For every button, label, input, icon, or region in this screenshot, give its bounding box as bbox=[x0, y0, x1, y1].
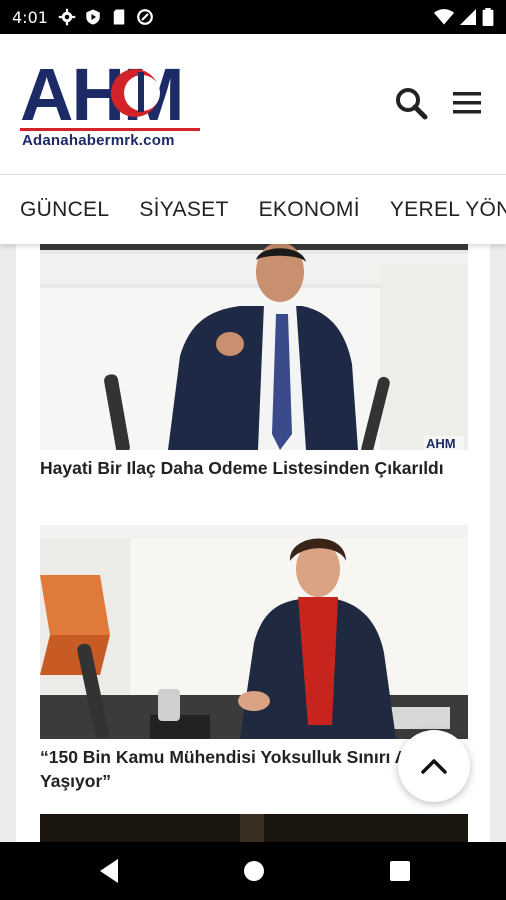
image-watermark: AHM bbox=[426, 436, 456, 450]
article-image[interactable]: AHM bbox=[40, 244, 468, 450]
play-protect-icon bbox=[86, 9, 100, 25]
sd-card-icon bbox=[113, 9, 125, 25]
article-photo-parliament-speaker-woman bbox=[40, 525, 468, 739]
article-image[interactable] bbox=[40, 525, 468, 739]
article-image-detail bbox=[240, 814, 264, 842]
signal-icon bbox=[460, 9, 476, 25]
tab-ekonomi[interactable]: EKONOMİ bbox=[259, 198, 360, 222]
logo-flag-mark bbox=[111, 69, 160, 117]
system-nav-bar bbox=[0, 842, 506, 900]
article-title[interactable]: Hayati Bir Ilaç Daha Odeme Listesinden Ç… bbox=[40, 456, 468, 480]
logo-underline bbox=[20, 128, 200, 131]
status-time: 4:01 bbox=[12, 7, 48, 27]
article-card[interactable] bbox=[40, 814, 468, 842]
tab-siyaset[interactable]: SİYASET bbox=[139, 198, 228, 222]
category-tabs: GÜNCEL SİYASET EKONOMİ YEREL YÖN bbox=[0, 174, 506, 244]
recents-icon[interactable] bbox=[388, 857, 412, 885]
article-card[interactable]: AHM Hayati Bir Ilaç Daha Odeme Listesind… bbox=[40, 244, 468, 480]
battery-icon bbox=[482, 8, 494, 26]
settings-icon bbox=[58, 8, 76, 26]
menu-icon[interactable] bbox=[450, 86, 484, 120]
data-saver-icon bbox=[137, 9, 153, 25]
app-header: AHM Adanahabermrk.com bbox=[0, 34, 506, 174]
status-bar: 4:01 bbox=[0, 0, 506, 34]
wifi-icon bbox=[434, 9, 454, 25]
logo-domain: Adanahabermrk.com bbox=[22, 132, 175, 149]
back-icon[interactable] bbox=[96, 857, 120, 885]
tab-yerel-yonetim[interactable]: YEREL YÖN bbox=[390, 198, 506, 222]
search-icon[interactable] bbox=[394, 86, 428, 120]
scroll-to-top-button[interactable] bbox=[398, 730, 470, 802]
tab-guncel[interactable]: GÜNCEL bbox=[20, 198, 109, 222]
chevron-up-icon bbox=[421, 759, 447, 774]
article-photo-parliament-speaker: AHM bbox=[40, 244, 468, 450]
article-image[interactable] bbox=[40, 814, 468, 842]
site-logo[interactable]: AHM Adanahabermrk.com bbox=[20, 58, 202, 154]
home-icon[interactable] bbox=[241, 857, 267, 885]
